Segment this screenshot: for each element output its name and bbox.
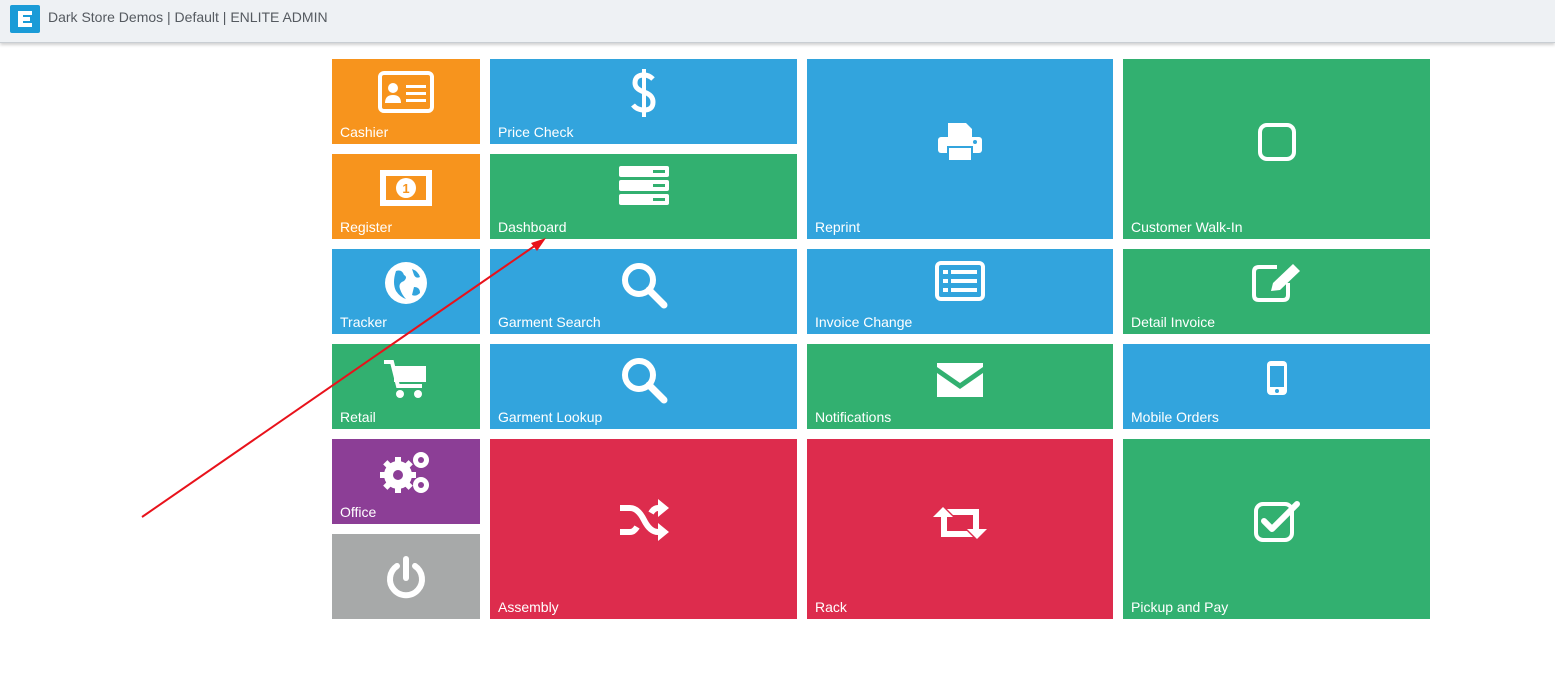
- check-square-icon: [1253, 499, 1301, 548]
- tile-reprint[interactable]: Reprint: [807, 59, 1113, 239]
- tile-label: Tracker: [340, 314, 387, 330]
- shuffle-icon: [618, 498, 670, 549]
- shopping-cart-icon: [382, 358, 430, 405]
- print-icon: [936, 121, 984, 168]
- power-icon: [383, 556, 429, 607]
- id-card-icon: [378, 71, 434, 118]
- retweet-icon: [933, 505, 987, 546]
- tile-rack[interactable]: Rack: [807, 439, 1113, 619]
- tile-pickup-and-pay[interactable]: Pickup and Pay: [1123, 439, 1430, 619]
- tile-label: Rack: [815, 599, 847, 615]
- tile-label: Garment Search: [498, 314, 601, 330]
- tile-label: Cashier: [340, 124, 389, 140]
- tile-garment-search[interactable]: Garment Search: [490, 249, 797, 334]
- tile-label: Customer Walk-In: [1131, 219, 1243, 235]
- tile-label: Detail Invoice: [1131, 314, 1216, 330]
- tile-label: Notifications: [815, 409, 892, 425]
- edit-icon: [1251, 261, 1303, 308]
- tile-label: Assembly: [498, 599, 559, 615]
- tile-notifications[interactable]: Notifications: [807, 344, 1113, 429]
- tile-label: Reprint: [815, 219, 861, 235]
- search-icon: [620, 356, 668, 409]
- tile-label: Garment Lookup: [498, 409, 603, 425]
- enlite-logo-icon[interactable]: [10, 5, 40, 33]
- tile-garment-lookup[interactable]: Garment Lookup: [490, 344, 797, 429]
- tile-assembly[interactable]: Assembly: [490, 439, 797, 619]
- tile-price-check[interactable]: Price Check: [490, 59, 797, 144]
- tile-label: Register: [340, 219, 393, 235]
- mobile-phone-icon: [1266, 360, 1288, 401]
- server-icon: [618, 166, 669, 211]
- tile-tracker[interactable]: Tracker: [332, 249, 480, 334]
- tile-detail-invoice[interactable]: Detail Invoice: [1123, 249, 1430, 334]
- tile-label: Office: [340, 504, 377, 520]
- tile-office[interactable]: Office: [332, 439, 480, 524]
- tile-power[interactable]: [332, 534, 480, 619]
- tile-label: Retail: [340, 409, 376, 425]
- tile-mobile-orders[interactable]: Mobile Orders: [1123, 344, 1430, 429]
- tile-label: Mobile Orders: [1131, 409, 1219, 425]
- search-icon: [620, 261, 668, 314]
- tile-invoice-change[interactable]: Invoice Change: [807, 249, 1113, 334]
- top-bar: Dark Store Demos | Default | ENLITE ADMI…: [0, 0, 1555, 43]
- tile-register[interactable]: 1 Register: [332, 154, 480, 239]
- envelope-icon: [935, 359, 985, 404]
- square-outline-icon: [1257, 122, 1297, 167]
- globe-icon: [384, 261, 428, 310]
- tile-cashier[interactable]: Cashier: [332, 59, 480, 144]
- money-bill-icon: 1: [378, 168, 434, 213]
- tile-dashboard[interactable]: Dashboard: [490, 154, 797, 239]
- list-alt-icon: [935, 261, 985, 306]
- tile-customer-walk-in[interactable]: Customer Walk-In: [1123, 59, 1430, 239]
- gears-icon: [378, 447, 434, 502]
- tile-label: Price Check: [498, 124, 574, 140]
- tile-label: Invoice Change: [815, 314, 913, 330]
- svg-text:1: 1: [402, 181, 409, 196]
- tile-label: Dashboard: [498, 219, 567, 235]
- dollar-icon: [629, 67, 659, 124]
- page-title: Dark Store Demos | Default | ENLITE ADMI…: [48, 9, 328, 25]
- tile-label: Pickup and Pay: [1131, 599, 1229, 615]
- tile-retail[interactable]: Retail: [332, 344, 480, 429]
